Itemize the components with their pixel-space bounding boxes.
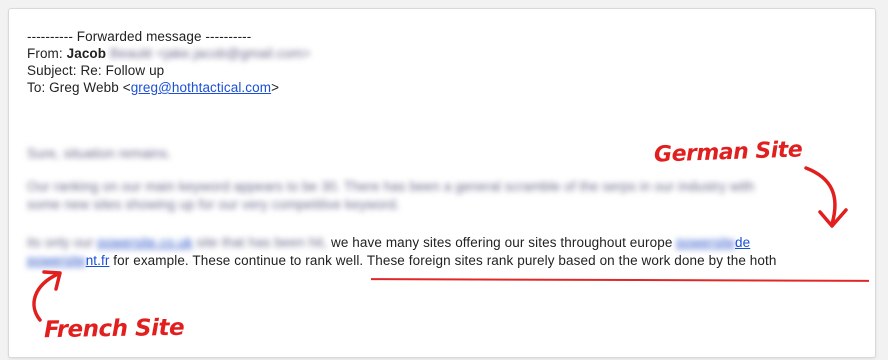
french-arrow-icon (32, 270, 62, 322)
